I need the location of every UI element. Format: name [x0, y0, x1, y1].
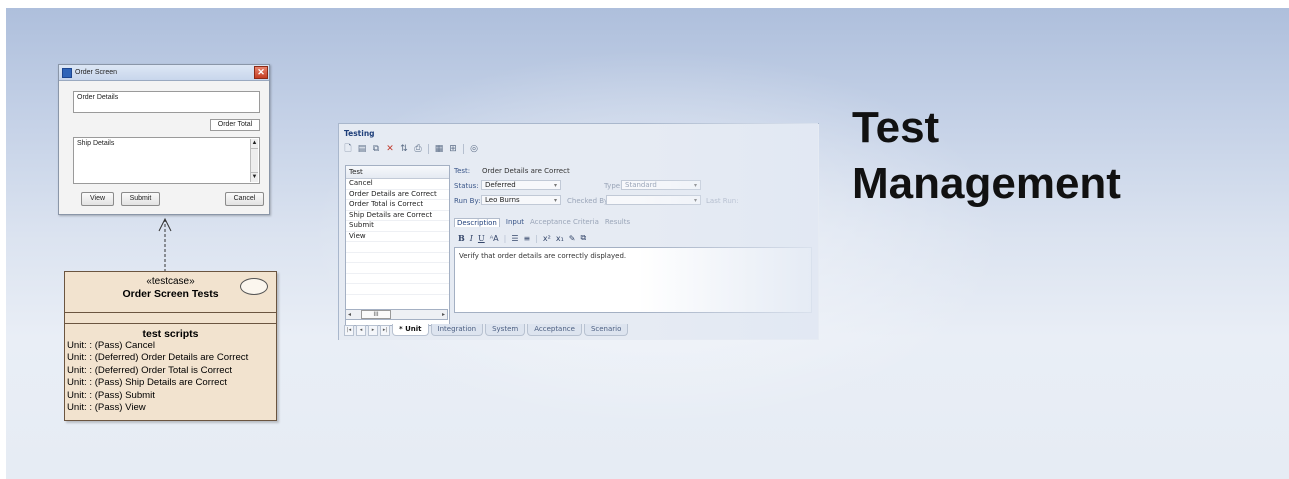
first-page-icon[interactable]: |◂ — [344, 324, 354, 336]
import-icon[interactable]: ⊞ — [447, 143, 459, 155]
test-name-value[interactable]: Order Details are Correct — [482, 167, 570, 175]
bullet-list-icon[interactable]: ☰ — [511, 234, 518, 243]
testing-toolbar: 🗋 ▤ ⧉ ✕ ⇅ ⎙ ▦ ⊞ ◎ — [342, 142, 812, 156]
tab-integration[interactable]: Integration — [430, 324, 484, 336]
testcase-element[interactable]: «testcase» Order Screen Tests test scrip… — [64, 271, 277, 421]
test-label: Test: — [454, 167, 471, 175]
format-toolbar: B I U ᴬA | ☰ ≡ | x² x₁ ✎ ⧉ — [458, 233, 587, 243]
tab-system[interactable]: System — [485, 324, 526, 336]
print-icon[interactable]: ⎙ — [412, 143, 424, 155]
checked-by-select[interactable]: ▾ — [606, 195, 701, 205]
last-page-icon[interactable]: ▸| — [380, 324, 390, 336]
test-list: Test Cancel Order Details are Correct Or… — [345, 165, 450, 326]
chevron-down-icon: ▾ — [553, 197, 557, 204]
test-script-item: Unit: : (Pass) View — [67, 402, 146, 414]
dialog-title: Order Screen — [75, 69, 118, 76]
chevron-down-icon: ▾ — [693, 197, 697, 204]
bold-icon[interactable]: B — [458, 233, 465, 243]
copy-icon[interactable]: ⧉ — [370, 143, 382, 155]
underline-icon[interactable]: U — [478, 234, 485, 243]
run-by-label: Run By: — [454, 197, 481, 205]
ship-details-scrollbar[interactable]: ▲ ▼ — [250, 139, 258, 182]
last-run-label: Last Run: — [706, 197, 739, 205]
superscript-icon[interactable]: x² — [543, 234, 551, 243]
test-scripts-heading: test scripts — [142, 328, 199, 340]
testing-window-title: Testing — [344, 129, 375, 138]
sort-icon[interactable]: ⇅ — [398, 143, 410, 155]
order-screen-dialog: Order Screen ✕ Order Details Order Total… — [58, 64, 270, 215]
delete-icon[interactable]: ✕ — [384, 143, 396, 155]
list-item[interactable]: Submit — [346, 221, 449, 232]
tab-description[interactable]: Description — [454, 218, 500, 227]
title-line-1: Test — [852, 103, 940, 152]
numbered-list-icon[interactable]: ≡ — [523, 234, 530, 243]
test-detail-panel: Test: Order Details are Correct Status: … — [454, 165, 814, 325]
chevron-down-icon: ▾ — [693, 182, 697, 189]
checked-by-label: Checked By: — [567, 197, 611, 205]
help-icon[interactable]: ◎ — [468, 143, 480, 155]
submit-button[interactable]: Submit — [121, 192, 160, 206]
status-label: Status: — [454, 182, 479, 190]
test-scripts-list: Unit: : (Pass) Cancel Unit: : (Deferred)… — [67, 340, 276, 414]
insert-icon[interactable]: ⧉ — [581, 233, 587, 243]
tab-unit[interactable]: * Unit — [392, 324, 429, 336]
order-total-field[interactable]: Order Total — [210, 119, 260, 131]
app-icon — [62, 67, 72, 78]
dependency-connector — [158, 217, 172, 273]
font-color-icon[interactable]: ᴬA — [490, 234, 499, 243]
status-select[interactable]: Deferred ▾ — [481, 180, 561, 190]
scroll-left-icon[interactable]: ◂ — [348, 311, 351, 318]
list-item[interactable]: Ship Details are Correct — [346, 211, 449, 221]
new-test-icon[interactable]: 🗋 — [342, 143, 354, 155]
slide-title: Test Management — [852, 100, 1252, 212]
tab-acceptance[interactable]: Acceptance — [527, 324, 582, 336]
use-case-oval-icon — [240, 278, 268, 295]
test-script-item: Unit: : (Pass) Submit — [67, 389, 155, 401]
list-item[interactable]: Order Total is Correct — [346, 200, 449, 211]
tab-scenario[interactable]: Scenario — [583, 324, 629, 336]
type-label: Type: — [604, 182, 623, 190]
save-icon[interactable]: ▤ — [356, 143, 368, 155]
test-script-item: Unit: : (Pass) Ship Details are Correct — [67, 377, 227, 389]
run-by-select[interactable]: Leo Burns ▾ — [481, 195, 561, 205]
type-select[interactable]: Standard ▾ — [621, 180, 701, 190]
scroll-right-icon[interactable]: ▸ — [442, 311, 445, 318]
next-page-icon[interactable]: ▸ — [368, 324, 378, 336]
list-item[interactable]: Order Details are Correct — [346, 190, 449, 200]
view-button[interactable]: View — [81, 192, 114, 206]
tab-input[interactable]: Input — [506, 218, 524, 227]
report-icon[interactable]: ▦ — [433, 143, 445, 155]
order-details-field[interactable]: Order Details — [73, 91, 260, 113]
scroll-up-icon[interactable]: ▲ — [251, 139, 258, 149]
testing-window: Testing 🗋 ▤ ⧉ ✕ ⇅ ⎙ ▦ ⊞ ◎ Test Cancel Or… — [338, 123, 819, 340]
detail-tabs: Description Input Acceptance Criteria Re… — [454, 218, 630, 227]
prev-page-icon[interactable]: ◂ — [356, 324, 366, 336]
list-horizontal-scrollbar[interactable]: ◂ III ▸ — [345, 309, 448, 320]
test-script-item: Unit: : (Deferred) Order Details are Cor… — [67, 352, 249, 364]
ship-details-field[interactable]: Ship Details ▲ ▼ — [73, 137, 260, 184]
test-list-header[interactable]: Test — [346, 166, 449, 179]
scroll-down-icon[interactable]: ▼ — [251, 172, 258, 182]
dialog-title-bar: Order Screen — [59, 65, 269, 81]
tab-results[interactable]: Results — [605, 218, 630, 227]
chevron-down-icon: ▾ — [553, 182, 557, 189]
test-script-item: Unit: : (Pass) Cancel — [67, 340, 155, 351]
tab-acceptance-criteria[interactable]: Acceptance Criteria — [530, 218, 599, 227]
test-script-item: Unit: : (Deferred) Order Total is Correc… — [67, 364, 233, 376]
scroll-thumb[interactable]: III — [361, 310, 392, 319]
close-icon[interactable]: ✕ — [254, 66, 268, 79]
list-item[interactable]: Cancel — [346, 179, 449, 190]
cancel-button[interactable]: Cancel — [225, 192, 264, 206]
highlight-icon[interactable]: ✎ — [569, 234, 576, 243]
test-class-tabs: |◂ ◂ ▸ ▸| * Unit Integration System Acce… — [344, 324, 629, 336]
list-item[interactable]: View — [346, 232, 449, 242]
italic-icon[interactable]: I — [470, 234, 473, 243]
title-line-2: Management — [852, 159, 1121, 208]
subscript-icon[interactable]: x₁ — [556, 234, 564, 243]
description-editor[interactable]: Verify that order details are correctly … — [454, 247, 812, 313]
